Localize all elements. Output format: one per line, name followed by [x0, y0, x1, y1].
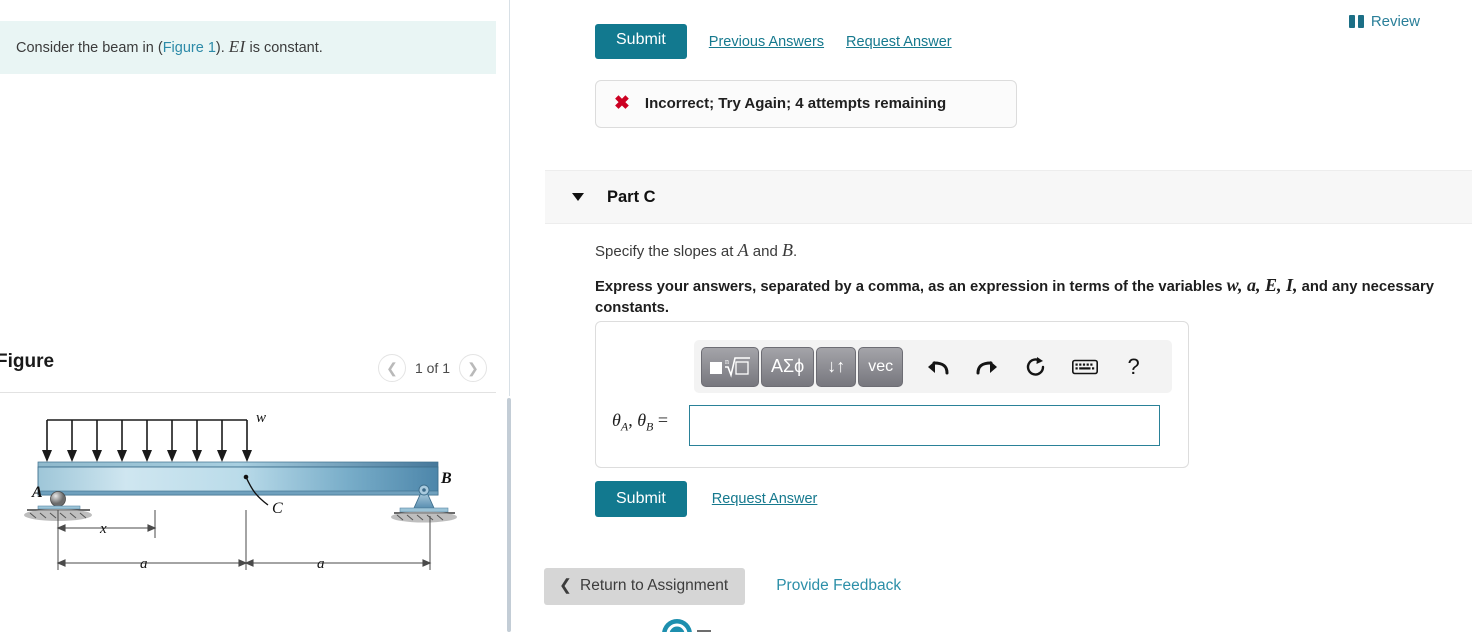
figure-link[interactable]: Figure 1 — [163, 40, 216, 56]
figure-next-button[interactable]: ❯ — [459, 354, 487, 382]
book-icon — [1348, 15, 1364, 28]
part-c-instruction: Express your answers, separated by a com… — [595, 272, 1450, 320]
theta-b-symbol: θ — [637, 410, 647, 430]
svg-text:n: n — [725, 357, 729, 366]
panel-divider — [509, 0, 510, 396]
chevron-right-icon: ❯ — [467, 359, 479, 376]
figure-panel: Consider the beam in (Figure 1). EI is c… — [0, 0, 496, 632]
part-c-label: Part C — [607, 187, 656, 206]
part-c-prompt: Specify the slopes at A and B. — [595, 240, 797, 261]
return-to-assignment-button[interactable]: ❮ Return to Assignment — [544, 568, 746, 605]
request-answer-link-bottom[interactable]: Request Answer — [712, 491, 818, 507]
problem-statement: Consider the beam in (Figure 1). EI is c… — [0, 21, 496, 74]
figure-pager-label: 1 of 1 — [414, 360, 450, 376]
instruction-text-before: Express your answers, separated by a com… — [595, 279, 1227, 295]
bottom-action-row: Submit Request Answer — [595, 481, 817, 517]
keyboard-button[interactable] — [1061, 347, 1108, 387]
math-template-button[interactable]: n — [701, 346, 759, 387]
label-point-b: B — [440, 470, 452, 487]
chevron-left-icon: ❮ — [559, 577, 572, 594]
problem-text-before: Consider the beam in ( — [16, 40, 163, 56]
prompt-text-after: . — [792, 243, 798, 260]
math-template-icon: n — [710, 357, 750, 378]
load-arrowheads — [42, 450, 252, 462]
dimension-a-right — [244, 559, 432, 567]
answer-label-equals: = — [653, 410, 669, 430]
figure-header: Figure ❮ 1 of 1 ❯ — [0, 348, 496, 393]
prompt-var-b: B — [781, 240, 793, 260]
math-toolbar: n ΑΣϕ ↓↑ vec ? — [694, 340, 1172, 393]
submit-button-top[interactable]: Submit — [595, 24, 687, 59]
help-button[interactable]: ? — [1110, 347, 1157, 387]
review-label: Review — [1370, 13, 1420, 30]
redo-button[interactable] — [963, 347, 1010, 387]
prompt-var-a: A — [737, 240, 749, 260]
beam-diagram-svg: w A B C x a a — [24, 410, 457, 572]
load-label-w: w — [256, 410, 266, 426]
keyboard-icon — [1071, 359, 1098, 374]
answer-label-separator: , — [628, 410, 638, 430]
question-panel: Review Submit Previous Answers Request A… — [511, 0, 1472, 632]
figure-pager: ❮ 1 of 1 ❯ — [377, 354, 487, 382]
top-action-row: Submit Previous Answers Request Answer — [595, 24, 952, 59]
vector-button[interactable]: vec — [858, 346, 904, 387]
return-to-assignment-label: Return to Assignment — [580, 577, 729, 594]
undo-button[interactable] — [914, 347, 961, 387]
greek-letters-button[interactable]: ΑΣϕ — [761, 346, 815, 387]
answer-entry-box: n ΑΣϕ ↓↑ vec ? θA, θB = — [595, 321, 1189, 468]
answer-label: θA, θB = — [612, 410, 668, 435]
provide-feedback-link[interactable]: Provide Feedback — [776, 577, 901, 595]
site-logo — [661, 618, 781, 632]
footer-row: ❮ Return to Assignment Provide Feedback — [544, 568, 901, 605]
answer-input[interactable] — [689, 405, 1160, 446]
problem-text-after: is constant. — [245, 40, 323, 56]
label-point-c: C — [272, 500, 283, 517]
feedback-banner: ✖ Incorrect; Try Again; 4 attempts remai… — [595, 80, 1017, 128]
instruction-variables: w, a, E, I, — [1226, 275, 1298, 295]
problem-text-mid: ). — [215, 40, 229, 56]
beam-bottom-flange — [37, 490, 439, 496]
redo-icon — [976, 360, 997, 374]
caret-down-icon[interactable] — [572, 193, 584, 201]
undo-icon — [927, 360, 949, 374]
dimension-extension-lines — [57, 510, 431, 570]
reset-button[interactable] — [1012, 347, 1059, 387]
review-link[interactable]: Review — [1348, 13, 1420, 30]
reset-circle-arrow-icon — [1026, 356, 1044, 376]
part-c-header[interactable]: Part C — [545, 170, 1472, 224]
prompt-text-mid: and — [748, 243, 782, 260]
beam-top-flange — [37, 461, 439, 468]
submit-button-bottom[interactable]: Submit — [595, 481, 687, 517]
previous-answers-link[interactable]: Previous Answers — [709, 34, 824, 50]
site-logo-icon — [662, 619, 711, 632]
figure-title: Figure — [0, 351, 55, 372]
feedback-message: Incorrect; Try Again; 4 attempts remaini… — [644, 95, 947, 112]
incorrect-x-icon: ✖ — [614, 93, 630, 114]
chevron-left-icon: ❮ — [386, 359, 398, 376]
dimension-a-left — [56, 559, 248, 567]
beam-diagram: w A B C x a a — [0, 398, 496, 598]
subscript-superscript-button[interactable]: ↓↑ — [816, 346, 857, 387]
problem-math-ei: EI — [228, 37, 246, 56]
dimension-label-a-left: a — [140, 556, 148, 572]
request-answer-link-top[interactable]: Request Answer — [846, 34, 952, 50]
dimension-label-a-right: a — [317, 556, 325, 572]
figure-prev-button[interactable]: ❮ — [377, 354, 406, 382]
distributed-load-group — [46, 419, 248, 455]
prompt-text-before: Specify the slopes at — [595, 243, 738, 260]
theta-a-symbol: θ — [612, 410, 621, 430]
dimension-label-x: x — [99, 521, 107, 537]
label-point-a: A — [31, 484, 43, 501]
